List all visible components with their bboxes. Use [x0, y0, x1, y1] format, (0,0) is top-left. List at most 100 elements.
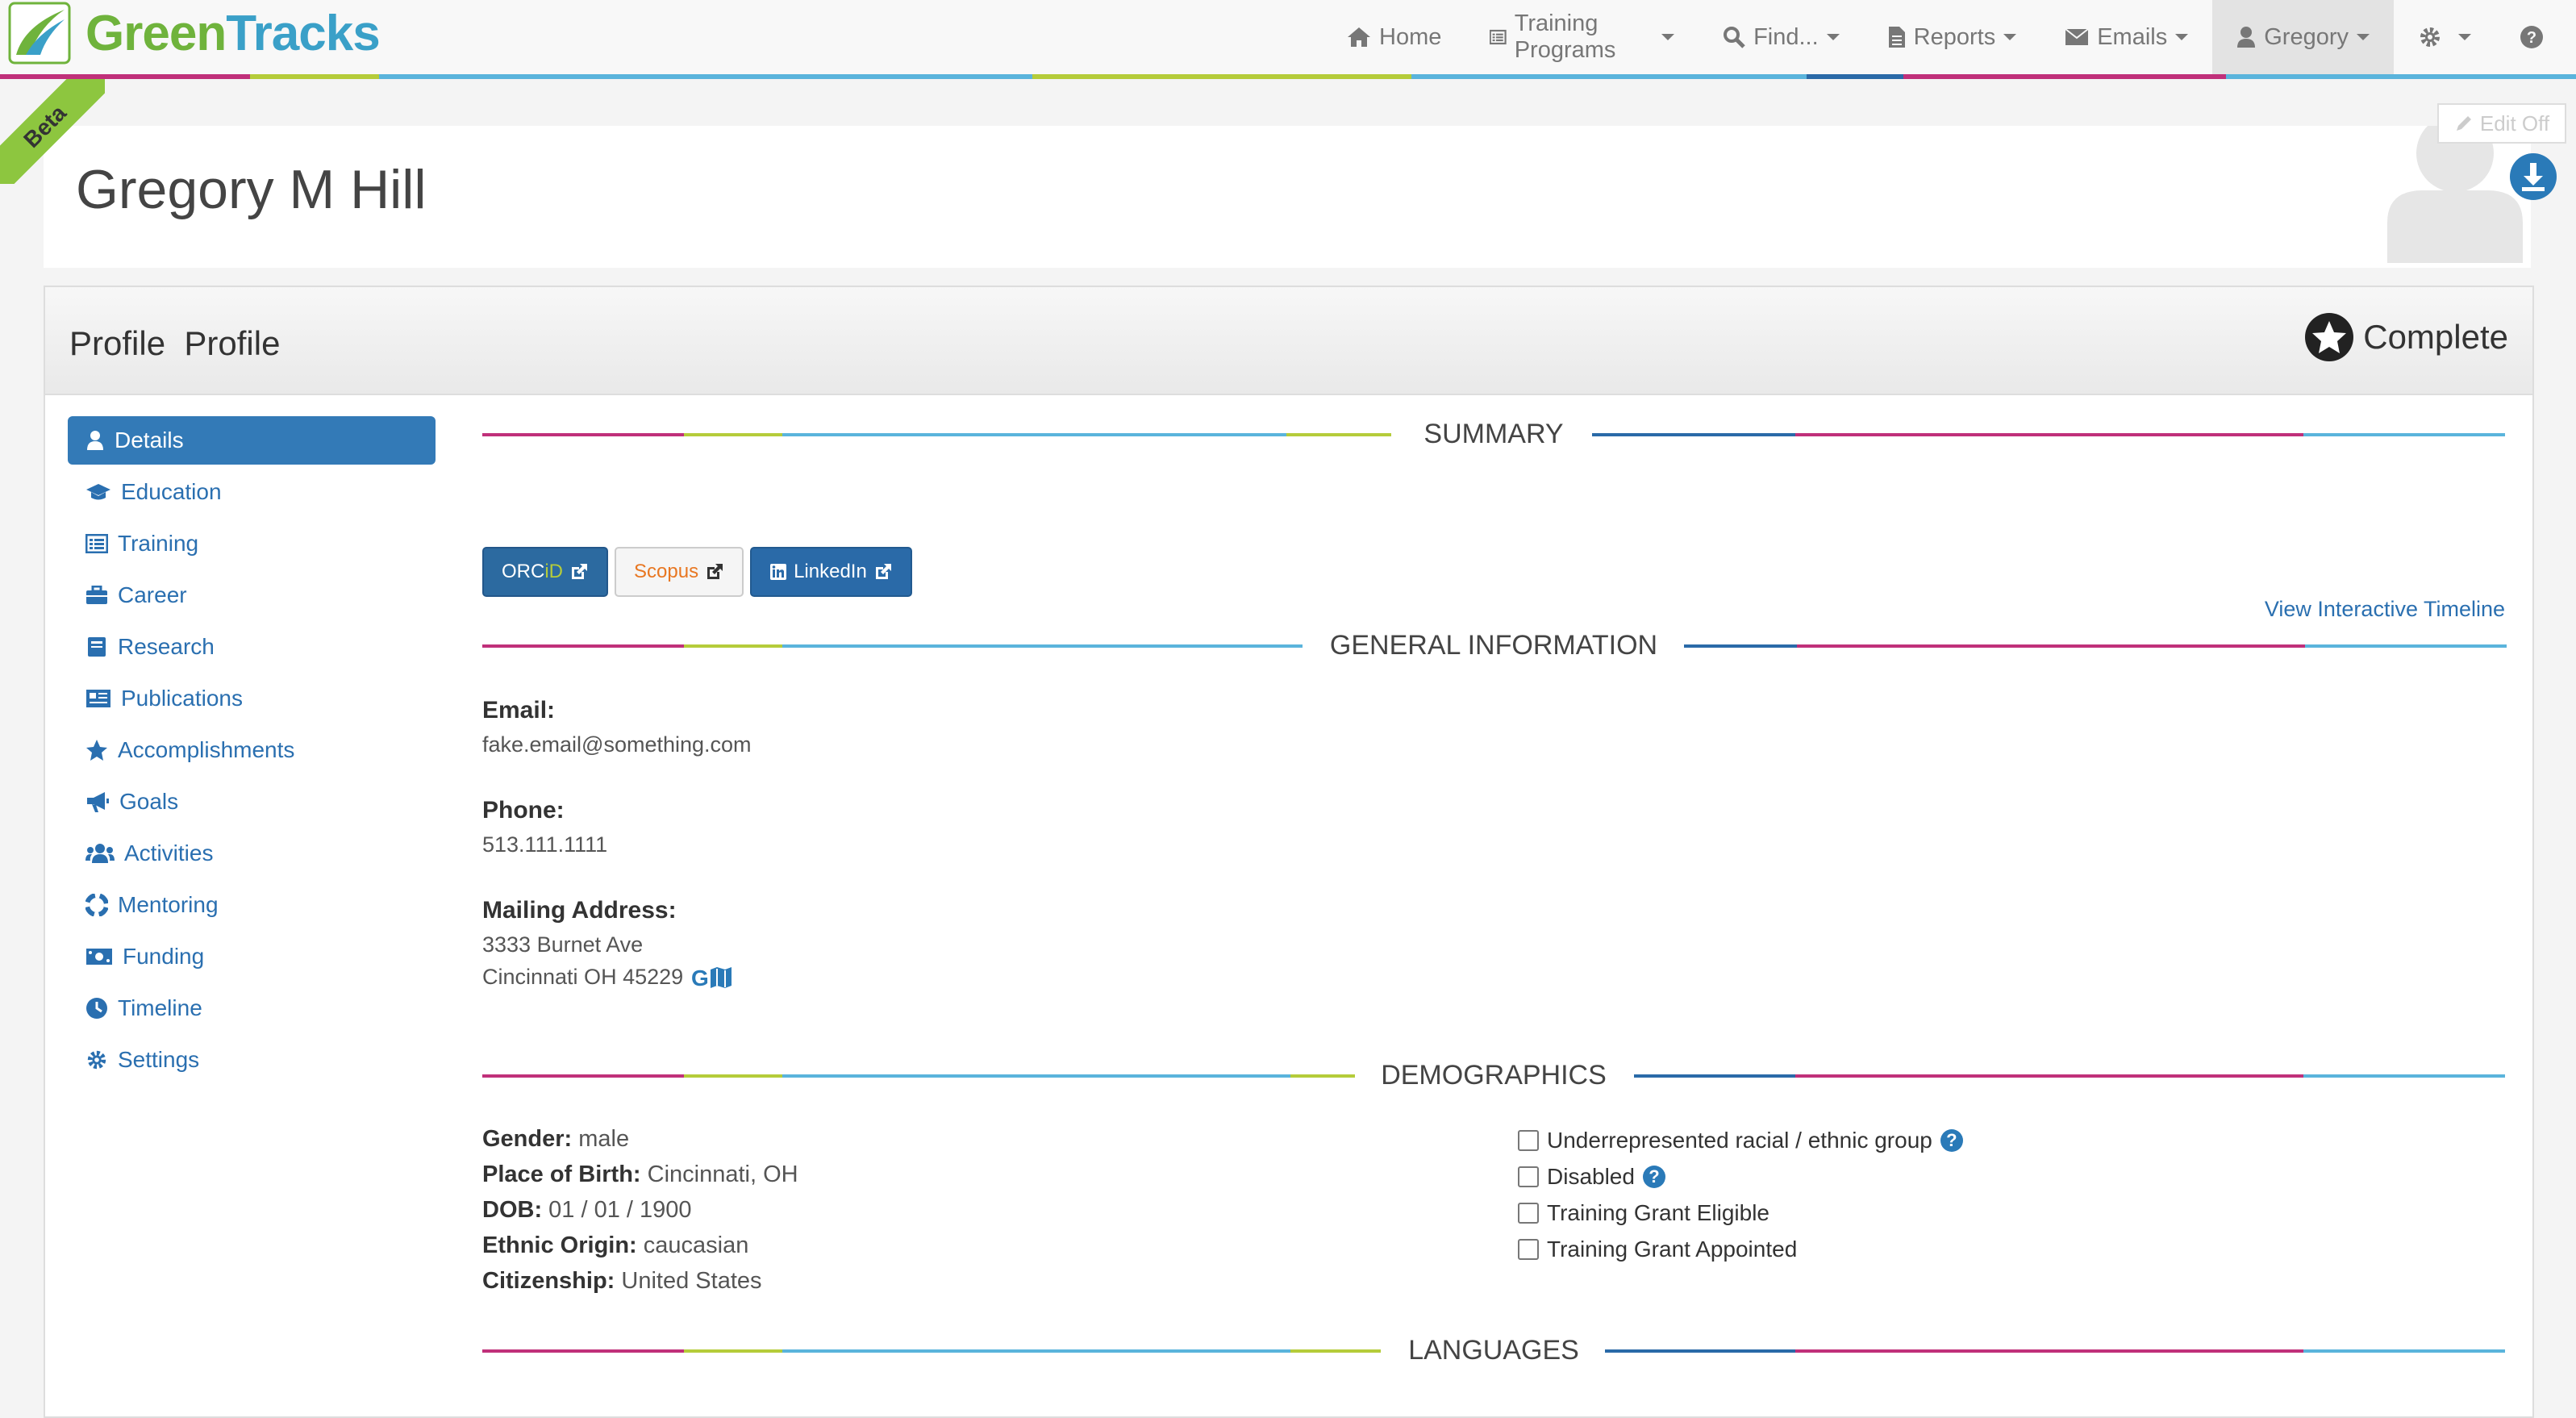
- nav-reports-label: Reports: [1913, 23, 1996, 50]
- download-button[interactable]: [2510, 153, 2557, 200]
- money-icon: [86, 949, 112, 965]
- email-label: Email:: [482, 697, 556, 724]
- sidenav-item-training[interactable]: Training: [68, 519, 436, 568]
- sidenav-item-timeline[interactable]: Timeline: [68, 984, 436, 1032]
- pencil-icon: [2456, 116, 2471, 131]
- nav-find[interactable]: Find...: [1699, 0, 1864, 74]
- nav-help[interactable]: ?: [2495, 0, 2576, 74]
- edit-toggle-button[interactable]: Edit Off: [2437, 103, 2566, 144]
- sidenav-item-label: Funding: [123, 944, 205, 969]
- nav-emails[interactable]: Emails: [2040, 0, 2212, 74]
- chevron-down-icon: [2003, 34, 2017, 40]
- greentracks-logo-icon: [8, 2, 71, 65]
- sidenav-item-label: Publications: [121, 686, 243, 711]
- top-navbar: GreenTracks Home Training Programs Find.…: [0, 0, 2576, 74]
- users-icon: [85, 844, 115, 863]
- sidenav-item-details[interactable]: Details: [68, 416, 436, 465]
- help-icon[interactable]: ?: [1642, 1166, 1665, 1188]
- user-icon: [2237, 27, 2256, 48]
- grant-appointed-label: Training Grant Appointed: [1547, 1237, 1798, 1262]
- sidenav-item-label: Training: [118, 531, 199, 556]
- graduation-cap-icon: [86, 484, 110, 500]
- orcid-button[interactable]: ORC iD: [482, 547, 609, 597]
- sidenav-item-label: Career: [118, 582, 187, 607]
- main-nav: Home Training Programs Find... Reports E…: [1323, 0, 2576, 74]
- clock-icon: [86, 998, 107, 1019]
- envelope-icon: [2065, 28, 2089, 45]
- nav-user-label: Gregory: [2264, 23, 2349, 50]
- navbar-color-stripe: [0, 74, 2576, 79]
- list-icon: [85, 534, 108, 553]
- address-label: Mailing Address:: [482, 897, 677, 924]
- help-icon: ?: [2520, 26, 2543, 48]
- star-icon: [86, 740, 107, 761]
- linkedin-button[interactable]: LinkedIn: [750, 547, 912, 597]
- address-line2-row: Cincinnati OH 45229 G: [482, 965, 741, 990]
- profile-header: Gregory M Hill: [44, 126, 2531, 268]
- life-ring-icon: [85, 894, 108, 916]
- help-icon[interactable]: ?: [1940, 1129, 1963, 1152]
- sidenav-item-research[interactable]: Research: [68, 623, 436, 671]
- demographics-gender: Gender: male: [482, 1126, 629, 1153]
- sidenav-item-accomplishments[interactable]: Accomplishments: [68, 726, 436, 774]
- section-languages-title: LANGUAGES: [1408, 1335, 1579, 1366]
- email-value: fake.email@something.com: [482, 732, 752, 757]
- disabled-checkbox[interactable]: [1518, 1166, 1539, 1187]
- nav-settings-menu[interactable]: [2394, 0, 2495, 74]
- citizenship-label: Citizenship:: [482, 1268, 615, 1294]
- briefcase-icon: [86, 586, 107, 604]
- star-circle-icon: [2305, 313, 2354, 361]
- user-icon: [87, 431, 103, 450]
- dob-label: DOB:: [482, 1197, 543, 1223]
- sidenav-item-funding[interactable]: Funding: [68, 932, 436, 981]
- scopus-button[interactable]: Scopus: [615, 547, 744, 597]
- interactive-timeline-link[interactable]: View Interactive Timeline: [2265, 597, 2505, 622]
- svg-text:G: G: [691, 966, 709, 989]
- sidenav-item-activities[interactable]: Activities: [68, 829, 436, 878]
- sidenav-item-label: Activities: [124, 840, 214, 865]
- sidenav-item-label: Research: [118, 634, 215, 659]
- nav-home-label: Home: [1379, 23, 1442, 50]
- sidenav-item-publications[interactable]: Publications: [68, 674, 436, 723]
- sidenav-item-mentoring[interactable]: Mentoring: [68, 881, 436, 929]
- nav-training-programs-label: Training Programs: [1514, 10, 1616, 63]
- page-title: Gregory M Hill: [76, 159, 427, 220]
- grant-appointed-checkbox[interactable]: [1518, 1239, 1539, 1260]
- bullhorn-icon: [87, 792, 109, 812]
- sidenav-item-settings[interactable]: Settings: [68, 1036, 436, 1084]
- brand-name-tracks: Tracks: [226, 5, 381, 61]
- birthplace-label: Place of Birth:: [482, 1162, 641, 1187]
- external-link-icon: [572, 564, 588, 579]
- citizenship-value: United States: [621, 1268, 762, 1294]
- chevron-down-icon: [1661, 34, 1675, 40]
- checkbox-underrepresented: Underrepresented racial / ethnic group ?: [1518, 1128, 1963, 1153]
- nav-home[interactable]: Home: [1323, 0, 1465, 74]
- grant-eligible-checkbox[interactable]: [1518, 1203, 1539, 1224]
- orcid-label: ORC: [502, 561, 545, 582]
- panel-header: Profile Profile Complete: [45, 287, 2532, 395]
- underrepresented-checkbox[interactable]: [1518, 1130, 1539, 1151]
- nav-training-programs[interactable]: Training Programs: [1465, 0, 1699, 74]
- sidenav-item-goals[interactable]: Goals: [68, 778, 436, 826]
- sidenav-item-label: Details: [115, 427, 184, 453]
- gender-label: Gender:: [482, 1126, 573, 1152]
- address-line1: 3333 Burnet Ave: [482, 932, 644, 957]
- profile-status: Complete: [2303, 311, 2508, 363]
- sidenav-item-education[interactable]: Education: [68, 468, 436, 516]
- brand-logo[interactable]: GreenTracks: [8, 2, 381, 65]
- linkedin-label: LinkedIn: [794, 561, 867, 582]
- svg-text:?: ?: [2527, 29, 2536, 47]
- sidenav-item-career[interactable]: Career: [68, 571, 436, 619]
- section-languages-header: LANGUAGES: [482, 1334, 2505, 1366]
- search-icon: [1724, 27, 1745, 48]
- phone-label: Phone:: [482, 797, 565, 824]
- home-icon: [1348, 27, 1370, 47]
- nav-reports[interactable]: Reports: [1864, 0, 2041, 74]
- grant-eligible-label: Training Grant Eligible: [1547, 1200, 1769, 1225]
- linkedin-icon: [770, 564, 787, 580]
- demographics-ethnic-origin: Ethnic Origin: caucasian: [482, 1232, 748, 1259]
- checkbox-grant-eligible: Training Grant Eligible: [1518, 1200, 1769, 1226]
- google-map-icon[interactable]: G: [691, 966, 741, 989]
- ethnic-origin-label: Ethnic Origin:: [482, 1232, 637, 1258]
- nav-user-menu[interactable]: Gregory: [2212, 0, 2394, 74]
